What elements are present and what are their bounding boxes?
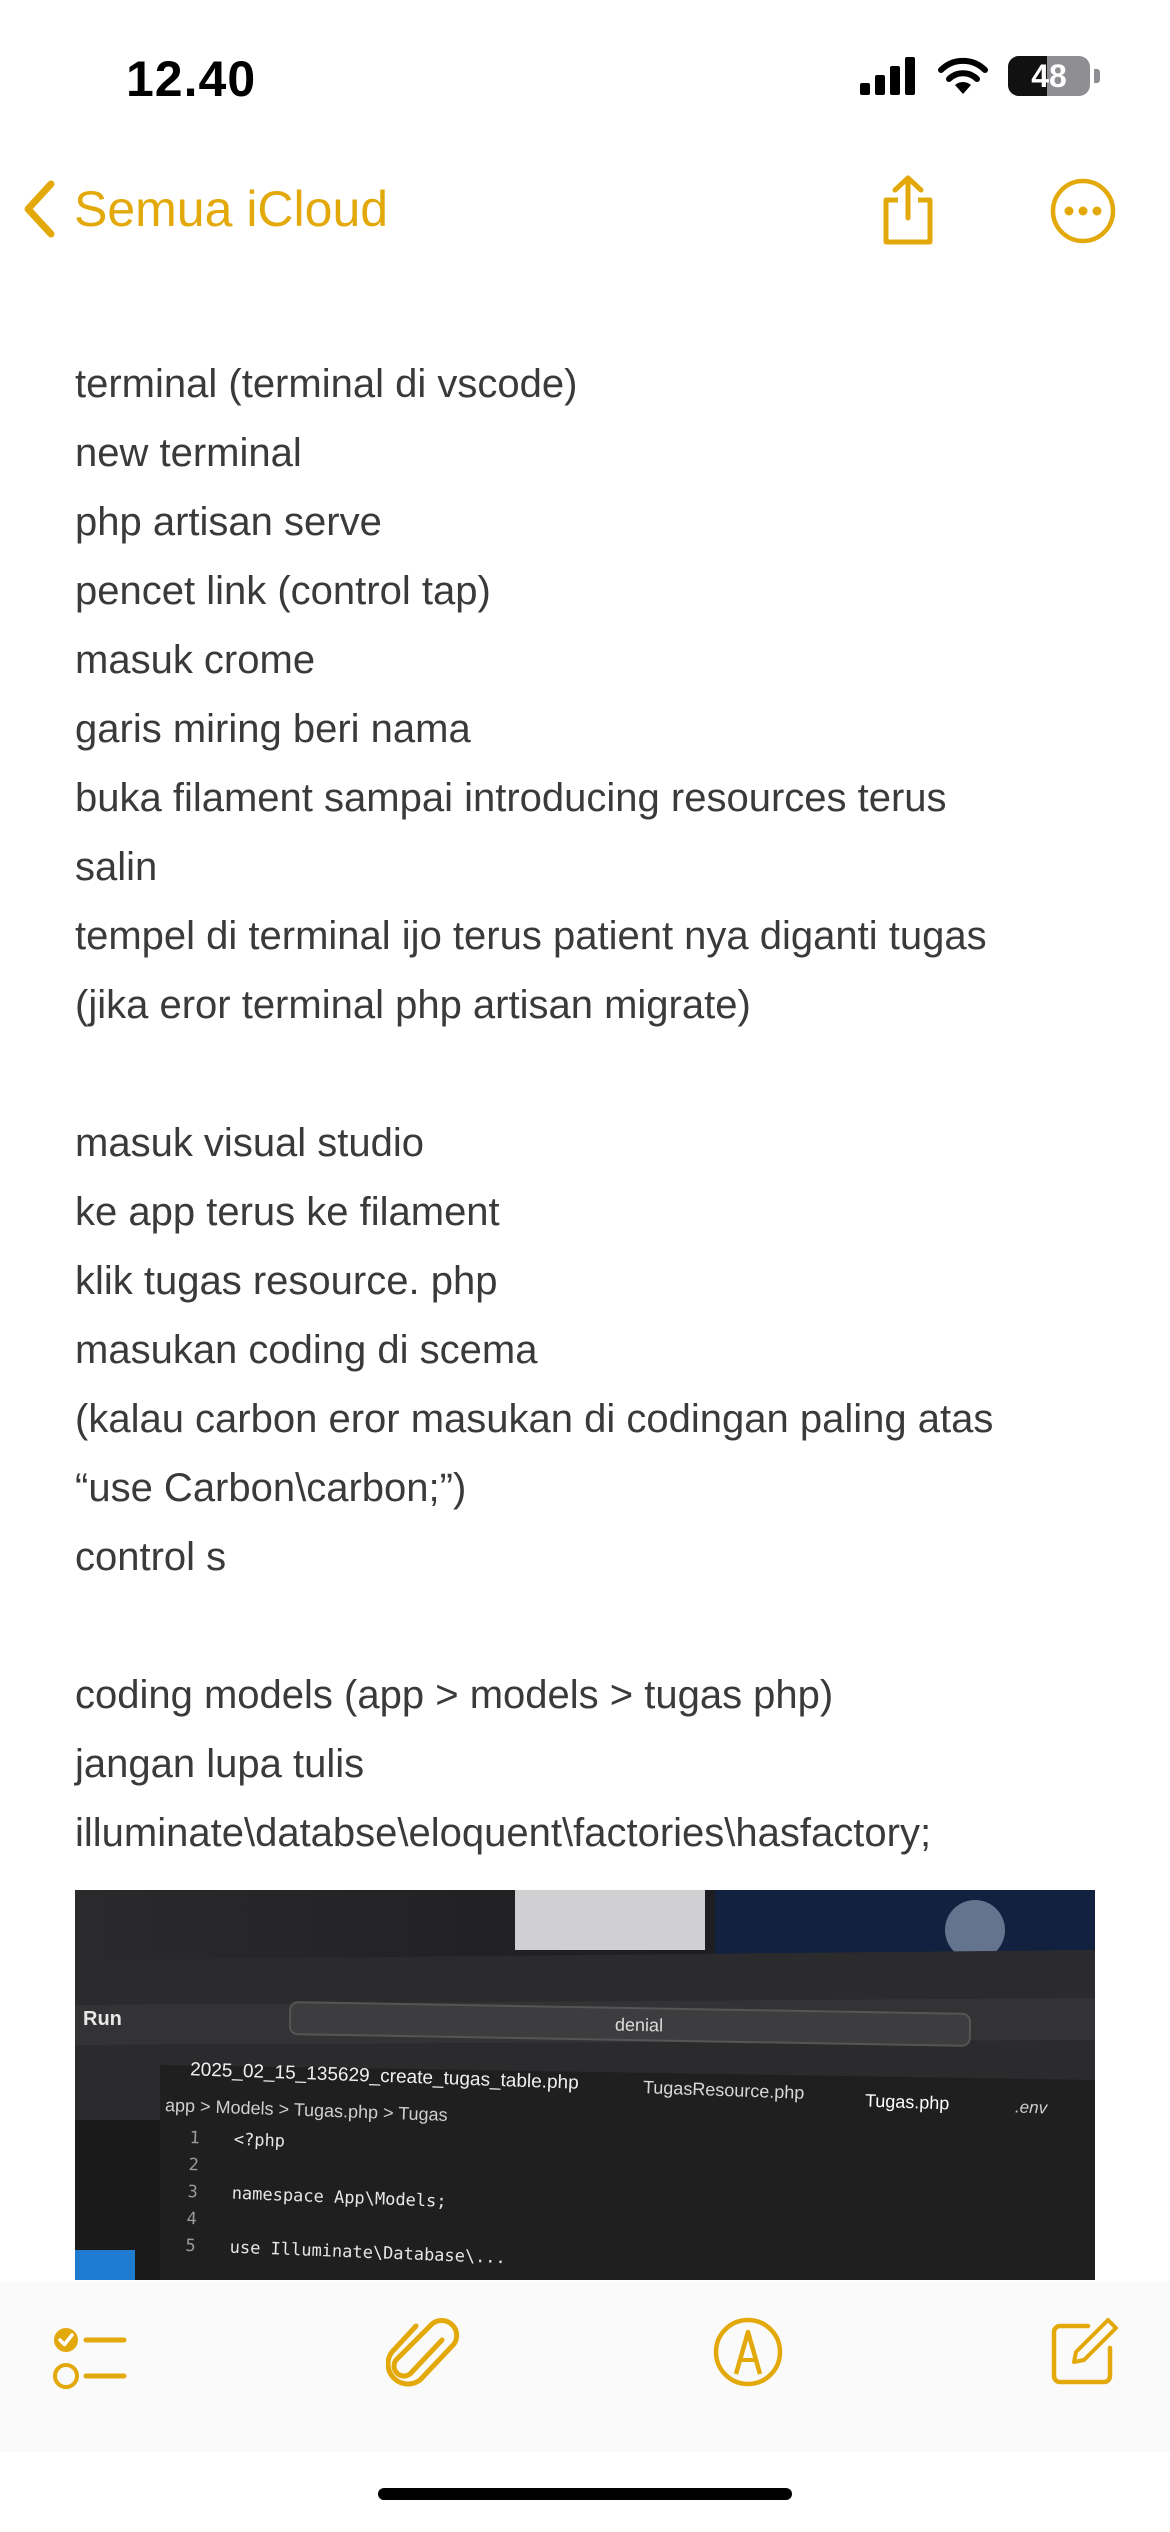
back-label: Semua iCloud [74,181,389,237]
note-line [75,1040,1095,1109]
attachment-code: 1 <?php 2 3 namespace App\Models; 4 5 use Illum… [185,2128,511,2275]
note-line: illuminate\databse\eloquent\factories\ha… [75,1811,932,1855]
compose-icon[interactable] [1048,2316,1120,2388]
note-line: tempel di terminal ijo terus patient nya… [75,914,987,958]
chevron-left-icon [24,180,55,238]
markup-pen-icon[interactable] [712,2316,784,2388]
note-line: masuk visual studio [75,1121,425,1165]
note-line: (jika eror terminal php artisan migrate) [75,983,751,1027]
back-button[interactable]: Semua iCloud [22,180,388,238]
home-indicator[interactable] [378,2488,792,2500]
attachment-tab-3: Tugas.php [864,2090,950,2114]
attachment-run-label: Run [83,2008,122,2030]
code-line-number: 1 [189,2128,201,2149]
status-bar: 12.40 48 [0,0,1170,150]
note-line: buka filament sampai introducing resourc… [75,776,947,820]
note-body[interactable]: terminal (terminal di vscode) new termina… [75,350,1095,1868]
note-line: control s [75,1535,227,1579]
code-line-text: <?php [233,2129,286,2152]
code-line-number: 2 [188,2154,200,2176]
note-line: salin [75,845,158,889]
note-line: (kalau carbon eror masukan di codingan p… [75,1397,994,1441]
note-line: garis miring beri nama [75,707,471,751]
battery-cap [1094,69,1100,83]
note-line: “use Carbon\carbon;”) [75,1466,467,1510]
image-attachment[interactable]: Run denial 2025_02_15_135629_create_tuga… [75,1890,1095,2280]
note-line: ke app terus ke filament [75,1190,500,1234]
note-line: new terminal [75,431,302,475]
note-line: klik tugas resource. php [75,1259,498,1303]
note-line: masukan coding di scema [75,1328,538,1372]
paperclip-icon[interactable] [386,2318,462,2398]
bottom-toolbar [0,2282,1170,2452]
cellular-signal-icon [860,57,915,95]
note-line [75,1592,1095,1661]
more-icon[interactable] [1050,178,1116,244]
battery-level: 48 [1031,57,1067,94]
code-line-number: 5 [185,2235,197,2257]
note-line: jangan lupa tulis [75,1742,365,1786]
code-line-number: 3 [187,2181,199,2203]
battery-icon: 48 [1008,56,1090,96]
note-line: terminal (terminal di vscode) [75,362,578,406]
note-line: php artisan serve [75,500,382,544]
wifi-icon [938,57,988,94]
note-line: coding models (app > models > tugas php) [75,1673,834,1717]
status-icons: 48 [860,56,1100,96]
checklist-icon[interactable] [52,2322,130,2394]
code-line-number: 4 [186,2208,198,2230]
attachment-tab-4: .env [1014,2097,1048,2118]
share-icon[interactable] [878,174,938,246]
status-time: 12.40 [126,51,257,107]
attachment-search-text: denial [614,2014,664,2036]
nav-bar: Semua iCloud [0,150,1170,270]
note-line: masuk crome [75,638,316,682]
note-line: pencet link (control tap) [75,569,491,613]
